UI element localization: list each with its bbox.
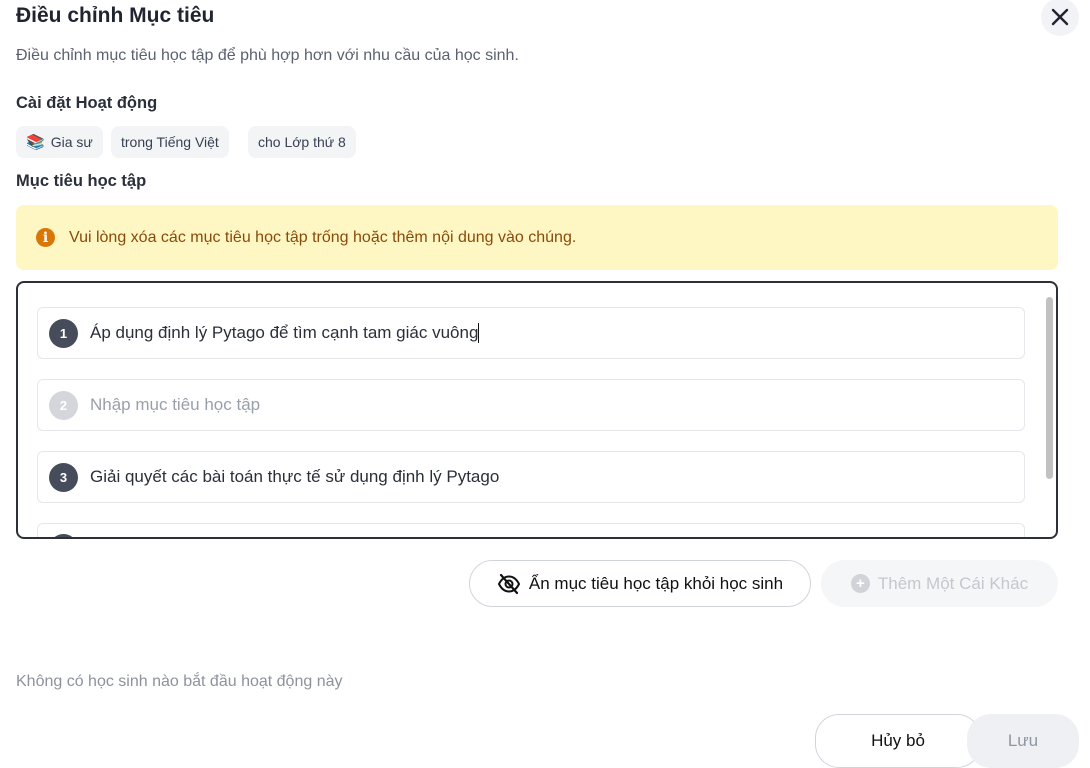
objectives-list: 1 Áp dụng định lý Pytago để tìm cạnh tam…	[16, 281, 1058, 539]
chip-tutor: 📚 Gia sư	[16, 126, 103, 158]
objective-input-1[interactable]: 1 Áp dụng định lý Pytago để tìm cạnh tam…	[37, 307, 1025, 359]
warning-banner: i Vui lòng xóa các mục tiêu học tập trốn…	[16, 205, 1058, 270]
objective-number: 3	[49, 463, 78, 492]
objective-text: Giải quyết các bài toán thực tế sử dụng …	[90, 467, 499, 487]
hide-objectives-button[interactable]: Ẩn mục tiêu học tập khỏi học sinh	[469, 560, 811, 607]
student-status-text: Không có học sinh nào bắt đầu hoạt động …	[16, 673, 342, 691]
dialog-subtitle: Điều chỉnh mục tiêu học tập để phù hợp h…	[16, 47, 519, 65]
close-button[interactable]	[1041, 0, 1079, 36]
dialog-title: Điều chỉnh Mục tiêu	[16, 4, 214, 28]
hide-label: Ẩn mục tiêu học tập khỏi học sinh	[529, 574, 783, 594]
objective-placeholder: Nhập mục tiêu học tập	[90, 395, 260, 415]
close-icon	[1050, 7, 1070, 27]
objective-text: Áp dụng định lý Pytago để tìm cạnh tam g…	[90, 323, 478, 343]
plus-circle-icon: +	[851, 574, 870, 593]
objective-number: 2	[49, 391, 78, 420]
info-icon: i	[36, 228, 55, 247]
objectives-heading: Mục tiêu học tập	[16, 172, 146, 191]
objective-input-3[interactable]: 3 Giải quyết các bài toán thực tế sử dụn…	[37, 451, 1025, 503]
chip-label: trong Tiếng Việt	[121, 134, 219, 150]
chip-label: cho Lớp thứ 8	[258, 134, 346, 150]
scrollbar[interactable]	[1046, 297, 1053, 479]
chip-grade: cho Lớp thứ 8	[248, 126, 356, 158]
objective-input-4[interactable]: 4	[37, 523, 1025, 539]
chip-label: Gia sư	[51, 134, 93, 150]
eye-off-icon	[497, 573, 521, 595]
add-objective-button[interactable]: + Thêm Một Cái Khác	[821, 560, 1058, 607]
activity-settings-heading: Cài đặt Hoạt động	[16, 94, 157, 113]
warning-text: Vui lòng xóa các mục tiêu học tập trống …	[69, 229, 576, 247]
objective-number: 1	[49, 319, 78, 348]
objective-number: 4	[49, 534, 78, 539]
chip-language: trong Tiếng Việt	[111, 126, 229, 158]
add-label: Thêm Một Cái Khác	[878, 574, 1028, 594]
books-icon: 📚	[26, 133, 45, 151]
objective-input-2[interactable]: 2 Nhập mục tiêu học tập	[37, 379, 1025, 431]
